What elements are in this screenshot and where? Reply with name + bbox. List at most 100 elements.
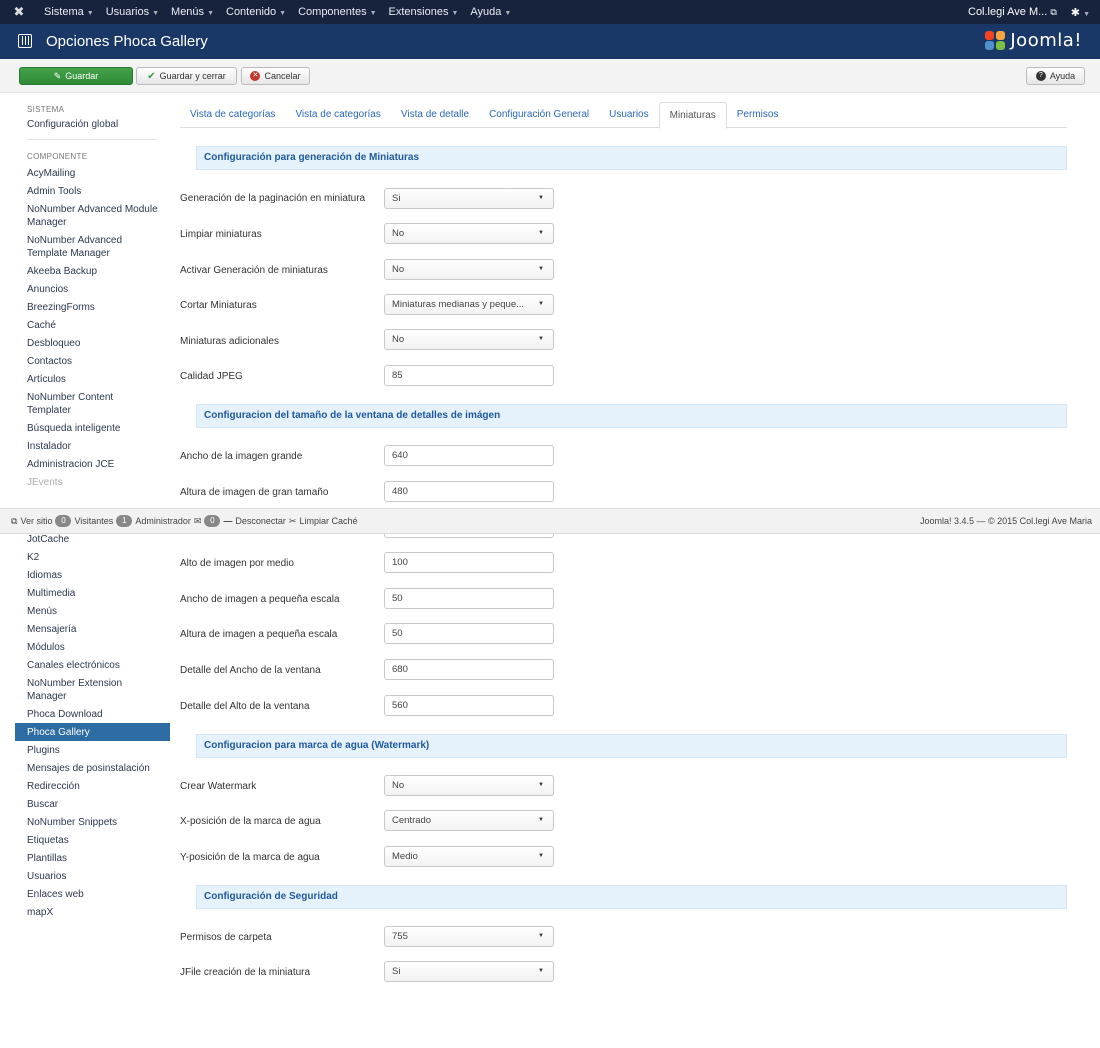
sidebar-item-canales-electronicos[interactable]: Canales electrónicos xyxy=(15,656,170,674)
detail-window-width-input[interactable]: 680 xyxy=(384,659,554,680)
sidebar-item-plantillas[interactable]: Plantillas xyxy=(15,849,170,867)
watermark-y-position-select[interactable]: Medio ▼ xyxy=(384,846,554,867)
envelope-icon: ✉ xyxy=(193,515,202,526)
tab-usuarios[interactable]: Usuarios xyxy=(599,102,658,128)
messages-link[interactable]: ✉ 0 xyxy=(194,515,221,527)
status-bar: ⧉ Ver sitio 0 Visitantes 1 Administrador ✉ 0… xyxy=(0,508,1100,534)
visitors-status: 0 Visitantes xyxy=(55,515,113,527)
menu-contenido[interactable]: Contenido ▼ xyxy=(220,6,292,18)
folder-permissions-select[interactable]: 755 ▼ xyxy=(384,926,554,947)
sidebar-item-desbloqueo[interactable]: Desbloqueo xyxy=(15,334,170,352)
menu-ayuda[interactable]: Ayuda ▼ xyxy=(464,6,517,18)
sidebar-item-modulos[interactable]: Módulos xyxy=(15,638,170,656)
small-image-width-input[interactable]: 50 xyxy=(384,588,554,609)
tab-vista-detalle[interactable]: Vista de detalle xyxy=(391,102,479,128)
field-label: Cortar Miniaturas xyxy=(180,300,257,311)
chevron-down-icon: ▼ xyxy=(538,266,544,272)
section-thumbnail-generation: Configuración para generación de Miniatu… xyxy=(196,146,1067,170)
sidebar-item-jevents[interactable]: JEvents xyxy=(15,473,170,491)
field-label: Alto de imagen por medio xyxy=(180,558,294,569)
enable-thumbnail-generation-select[interactable]: No ▼ xyxy=(384,259,554,280)
menu-menus[interactable]: Menús ▼ xyxy=(165,6,220,18)
sidebar-item-mensajeria[interactable]: Mensajería xyxy=(15,620,170,638)
tab-permisos[interactable]: Permisos xyxy=(727,102,789,128)
user-settings-menu[interactable]: ✱ ▼ xyxy=(1071,6,1090,19)
medium-image-height-input[interactable]: 100 xyxy=(384,552,554,573)
save-close-button[interactable]: ✔ Guardar y cerrar xyxy=(136,67,237,85)
jpeg-quality-input[interactable]: 85 xyxy=(384,365,554,386)
sidebar-item-anuncios[interactable]: Anuncios xyxy=(15,280,170,298)
sidebar-item-usuarios[interactable]: Usuarios xyxy=(15,867,170,885)
sidebar-item-nonumber-extension-manager[interactable]: NoNumber Extension Manager xyxy=(15,674,170,705)
watermark-x-position-select[interactable]: Centrado ▼ xyxy=(384,810,554,831)
crop-thumbnails-select[interactable]: Miniaturas medianas y peque... ▼ xyxy=(384,294,554,315)
sidebar-item-nonumber-advanced-template-manager[interactable]: NoNumber Advanced Template Manager xyxy=(15,231,170,262)
edit-icon: ✎ xyxy=(53,70,62,81)
sidebar-item-phoca-download[interactable]: Phoca Download xyxy=(15,705,170,723)
sidebar-item-redireccion[interactable]: Redirección xyxy=(15,777,170,795)
sidebar-component-list-continued: JotCache K2 Idiomas Multimedia Menús Mensajer… xyxy=(15,530,170,921)
large-image-width-input[interactable]: 640 xyxy=(384,445,554,466)
logout-link[interactable]: — Desconectar xyxy=(223,516,286,526)
joomla-menu-icon[interactable]: ✖ xyxy=(0,4,38,20)
menu-extensiones[interactable]: Extensiones ▼ xyxy=(383,6,465,18)
sidebar-item-acymailing[interactable]: AcyMailing xyxy=(15,164,170,182)
help-button[interactable]: ? Ayuda xyxy=(1026,67,1085,85)
tab-miniaturas[interactable]: Miniaturas xyxy=(658,102,727,129)
detail-window-height-input[interactable]: 560 xyxy=(384,695,554,716)
jfile-thumbnail-select[interactable]: Si ▼ xyxy=(384,961,554,982)
sidebar-item-admin-tools[interactable]: Admin Tools xyxy=(15,182,170,200)
cancel-button[interactable]: ✕ Cancelar xyxy=(241,67,310,85)
additional-thumbnails-select[interactable]: No ▼ xyxy=(384,329,554,350)
menu-sistema[interactable]: Sistema ▼ xyxy=(38,6,100,18)
sidebar-item-mapx[interactable]: mapX xyxy=(15,903,170,921)
menu-usuarios[interactable]: Usuarios ▼ xyxy=(100,6,165,18)
sidebar-item-cache[interactable]: Caché xyxy=(15,316,170,334)
sidebar-item-multimedia[interactable]: Multimedia xyxy=(15,584,170,602)
sidebar-item-akeeba-backup[interactable]: Akeeba Backup xyxy=(15,262,170,280)
tab-vista-categorias-1[interactable]: Vista de categorías xyxy=(180,102,285,128)
small-image-height-input[interactable]: 50 xyxy=(384,623,554,644)
toolbar: ✎ Guardar ✔ Guardar y cerrar ✕ Cancelar ? Ay… xyxy=(0,59,1100,93)
sidebar-item-contactos[interactable]: Contactos xyxy=(15,352,170,370)
large-image-height-input[interactable]: 480 xyxy=(384,481,554,502)
menu-componentes[interactable]: Componentes ▼ xyxy=(292,6,382,18)
sidebar-item-busqueda-inteligente[interactable]: Búsqueda inteligente xyxy=(15,419,170,437)
sidebar-item-etiquetas[interactable]: Etiquetas xyxy=(15,831,170,849)
field-label: Altura de imagen de gran tamaño xyxy=(180,487,329,498)
sidebar-item-breezingforms[interactable]: BreezingForms xyxy=(15,298,170,316)
sidebar-item-administracion-jce[interactable]: Administracion JCE xyxy=(15,455,170,473)
view-site-link[interactable]: ⧉ Ver sitio xyxy=(11,516,52,527)
tab-configuracion-general[interactable]: Configuración General xyxy=(479,102,599,128)
chevron-down-icon: ▼ xyxy=(538,817,544,823)
sidebar-item-enlaces-web[interactable]: Enlaces web xyxy=(15,885,170,903)
sidebar-item-plugins[interactable]: Plugins xyxy=(15,741,170,759)
chevron-down-icon: ▼ xyxy=(538,230,544,236)
sidebar-item-articulos[interactable]: Artículos xyxy=(15,370,170,388)
field-label: JFile creación de la miniatura xyxy=(180,967,311,978)
tab-vista-categorias-2[interactable]: Vista de categorías xyxy=(285,102,390,128)
section-security: Configuración de Seguridad xyxy=(196,885,1067,909)
clean-thumbnails-select[interactable]: No ▼ xyxy=(384,223,554,244)
save-button[interactable]: ✎ Guardar xyxy=(19,67,133,85)
pagination-thumbnail-select[interactable]: Si ▼ xyxy=(384,188,554,209)
page-title: Opciones Phoca Gallery xyxy=(46,33,208,50)
sidebar-item-menus[interactable]: Menús xyxy=(15,602,170,620)
sidebar-item-mensajes-de-posinstalacion[interactable]: Mensajes de posinstalación xyxy=(15,759,170,777)
sidebar-item-nonumber-advanced-module-manager[interactable]: NoNumber Advanced Module Manager xyxy=(15,200,170,231)
sidebar-item-idiomas[interactable]: Idiomas xyxy=(15,566,170,584)
help-icon: ? xyxy=(1035,71,1046,81)
field-label: Ancho de imagen a pequeña escala xyxy=(180,594,340,605)
sidebar-heading-system: SISTEMA xyxy=(27,105,65,114)
create-watermark-select[interactable]: No ▼ xyxy=(384,775,554,796)
sidebar-item-nonumber-snippets[interactable]: NoNumber Snippets xyxy=(15,813,170,831)
clear-cache-link[interactable]: ✂ Limpiar Caché xyxy=(289,516,358,527)
sidebar-item-buscar[interactable]: Buscar xyxy=(15,795,170,813)
sidebar-item-phoca-gallery[interactable]: Phoca Gallery xyxy=(15,723,170,741)
sidebar-item-instalador[interactable]: Instalador xyxy=(15,437,170,455)
sidebar-item-k2[interactable]: K2 xyxy=(15,548,170,566)
visitors-badge: 0 xyxy=(55,515,72,527)
sidebar-item-nonumber-content-templater[interactable]: NoNumber Content Templater xyxy=(15,388,170,419)
site-link[interactable]: Col.legi Ave M... ⧉ xyxy=(968,6,1057,18)
sidebar-item-global-config[interactable]: Configuración global xyxy=(15,117,170,133)
